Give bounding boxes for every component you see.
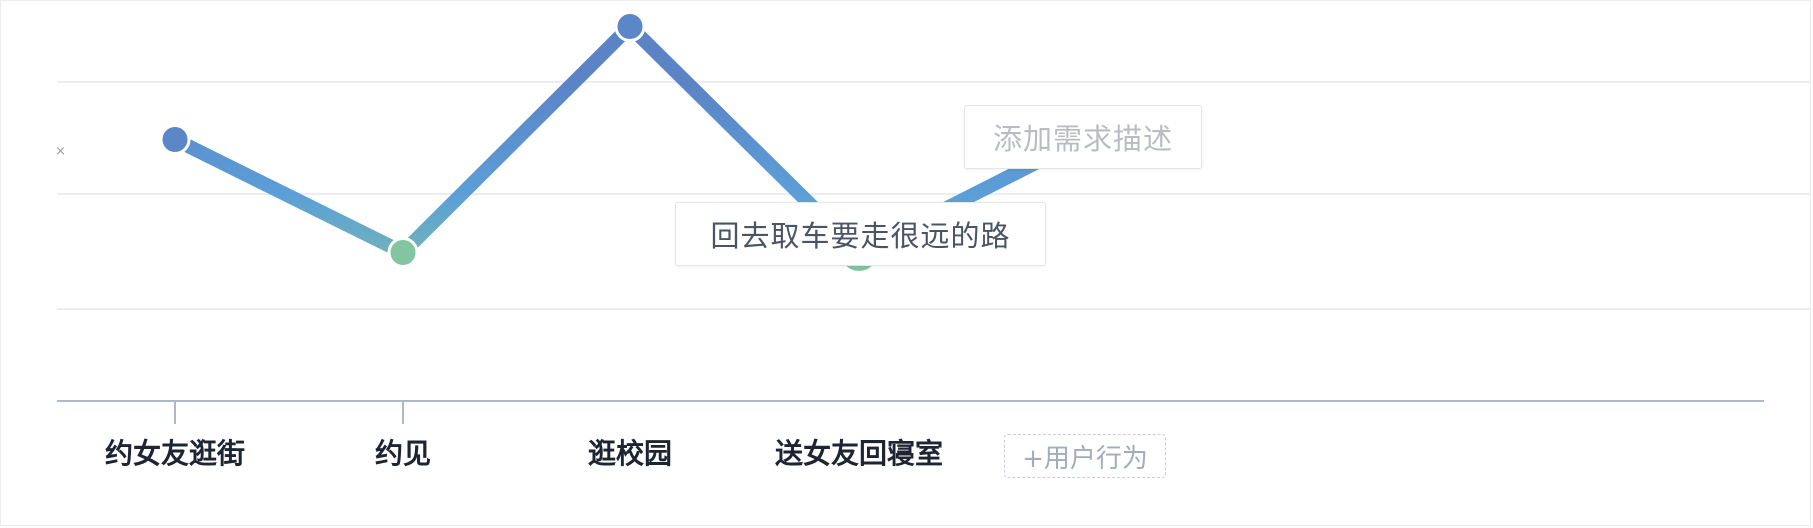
add-user-action-button[interactable]: +用户行为 xyxy=(1004,434,1166,478)
emotion-point xyxy=(387,237,419,268)
step-label[interactable]: 约见 xyxy=(375,432,431,472)
requirement-description-input[interactable]: 添加需求描述 xyxy=(964,105,1202,169)
emotion-point xyxy=(159,124,191,155)
close-icon[interactable]: × xyxy=(55,144,66,159)
step-label[interactable]: 逛校园 xyxy=(588,432,672,472)
emotion-point xyxy=(614,11,646,42)
step-label[interactable]: 送女友回寝室 xyxy=(775,432,943,472)
pain-point-note[interactable]: 回去取车要走很远的路 xyxy=(675,202,1046,266)
step-label[interactable]: 约女友逛街 xyxy=(105,432,245,472)
